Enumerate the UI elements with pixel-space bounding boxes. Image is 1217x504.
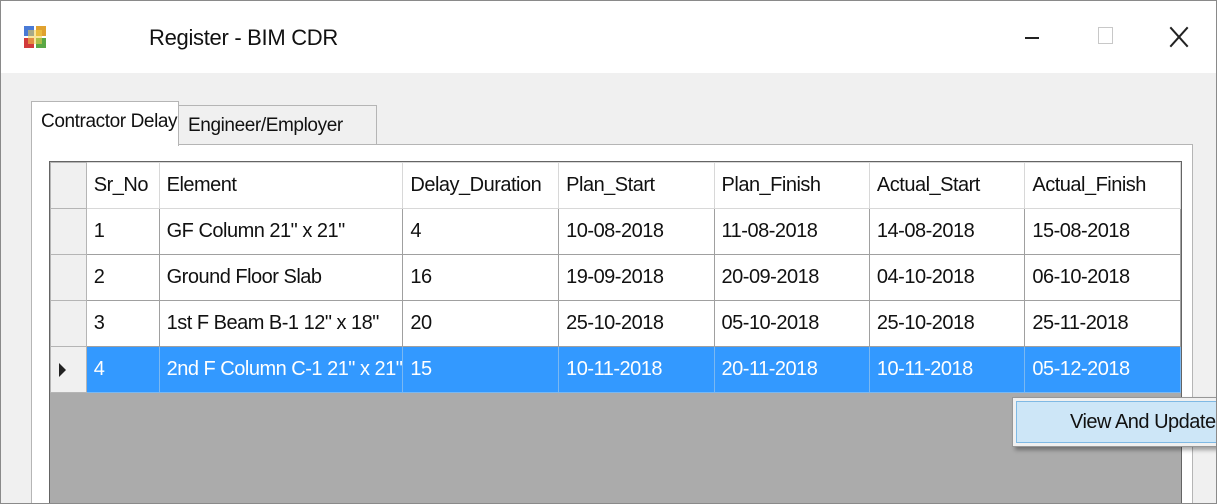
- cell-sr-no[interactable]: 1: [85, 208, 160, 255]
- table-row[interactable]: 3 1st F Beam B-1 12" x 18" 20 25-10-2018…: [50, 300, 1181, 347]
- table-row[interactable]: 2 Ground Floor Slab 16 19-09-2018 20-09-…: [50, 254, 1181, 301]
- row-header[interactable]: [50, 346, 87, 393]
- row-header[interactable]: [50, 254, 87, 301]
- cell-delay-duration[interactable]: 16: [402, 254, 560, 301]
- tab-engineer-employer-delay[interactable]: Engineer/Employer Delay: [179, 105, 377, 176]
- close-button[interactable]: [1157, 15, 1203, 59]
- maximize-button[interactable]: [1081, 15, 1127, 59]
- window-title: Register - BIM CDR: [149, 25, 338, 50]
- title-bar[interactable]: Register - BIM CDR: [1, 1, 1216, 73]
- column-header-actual-start[interactable]: Actual_Start: [868, 162, 1026, 209]
- cell-delay-duration[interactable]: 4: [402, 208, 560, 255]
- cell-element[interactable]: GF Column 21" x 21": [158, 208, 404, 255]
- cell-actual-finish[interactable]: 05-12-2018: [1024, 346, 1181, 393]
- app-icon: [24, 26, 46, 48]
- column-header-sr-no[interactable]: Sr_No: [85, 162, 160, 209]
- delay-table: Sr_No Element Delay_Duration Plan_Start …: [50, 162, 1181, 393]
- row-header[interactable]: [50, 208, 87, 255]
- cell-sr-no[interactable]: 2: [85, 254, 160, 301]
- cell-element[interactable]: 2nd F Column C-1 21" x 21": [158, 346, 404, 393]
- cell-plan-start[interactable]: 25-10-2018: [558, 300, 715, 347]
- cell-plan-start[interactable]: 10-08-2018: [558, 208, 715, 255]
- cell-plan-finish[interactable]: 05-10-2018: [713, 300, 870, 347]
- table-row-selected[interactable]: 4 2nd F Column C-1 21" x 21" 15 10-11-20…: [50, 346, 1181, 393]
- current-row-arrow-icon: [59, 362, 66, 377]
- table-row[interactable]: 1 GF Column 21" x 21" 4 10-08-2018 11-08…: [50, 208, 1181, 255]
- column-header-element[interactable]: Element: [158, 162, 404, 209]
- row-header[interactable]: [50, 300, 87, 347]
- tab-contractor-delay[interactable]: Contractor Delay: [31, 101, 179, 146]
- cell-element[interactable]: 1st F Beam B-1 12" x 18": [158, 300, 404, 347]
- main-window: Register - BIM CDR Contractor Delay Engi…: [0, 0, 1217, 504]
- delay-data-grid[interactable]: Sr_No Element Delay_Duration Plan_Start …: [49, 161, 1182, 503]
- column-header-plan-finish[interactable]: Plan_Finish: [713, 162, 870, 209]
- minimize-button[interactable]: [1009, 15, 1055, 59]
- cell-actual-start[interactable]: 25-10-2018: [868, 300, 1026, 347]
- cell-delay-duration[interactable]: 20: [402, 300, 560, 347]
- cell-plan-finish[interactable]: 11-08-2018: [713, 208, 870, 255]
- cell-delay-duration[interactable]: 15: [402, 346, 560, 393]
- cell-sr-no[interactable]: 3: [85, 300, 160, 347]
- cell-actual-start[interactable]: 14-08-2018: [868, 208, 1026, 255]
- context-menu: View And Update: [1012, 397, 1216, 447]
- cell-plan-finish[interactable]: 20-09-2018: [713, 254, 870, 301]
- row-header-corner: [50, 162, 87, 209]
- cell-actual-finish[interactable]: 25-11-2018: [1024, 300, 1181, 347]
- cell-actual-start[interactable]: 04-10-2018: [868, 254, 1026, 301]
- cell-actual-start[interactable]: 10-11-2018: [868, 346, 1026, 393]
- cell-plan-start[interactable]: 19-09-2018: [558, 254, 715, 301]
- column-header-actual-finish[interactable]: Actual_Finish: [1024, 162, 1181, 209]
- cell-plan-start[interactable]: 10-11-2018: [558, 346, 715, 393]
- cell-element[interactable]: Ground Floor Slab: [158, 254, 404, 301]
- column-header-plan-start[interactable]: Plan_Start: [558, 162, 715, 209]
- context-menu-view-and-update[interactable]: View And Update: [1016, 401, 1216, 443]
- header-row: Sr_No Element Delay_Duration Plan_Start …: [50, 162, 1181, 209]
- cell-sr-no[interactable]: 4: [85, 346, 160, 393]
- cell-actual-finish[interactable]: 15-08-2018: [1024, 208, 1181, 255]
- cell-plan-finish[interactable]: 20-11-2018: [713, 346, 870, 393]
- cell-actual-finish[interactable]: 06-10-2018: [1024, 254, 1181, 301]
- column-header-delay-duration[interactable]: Delay_Duration: [402, 162, 560, 209]
